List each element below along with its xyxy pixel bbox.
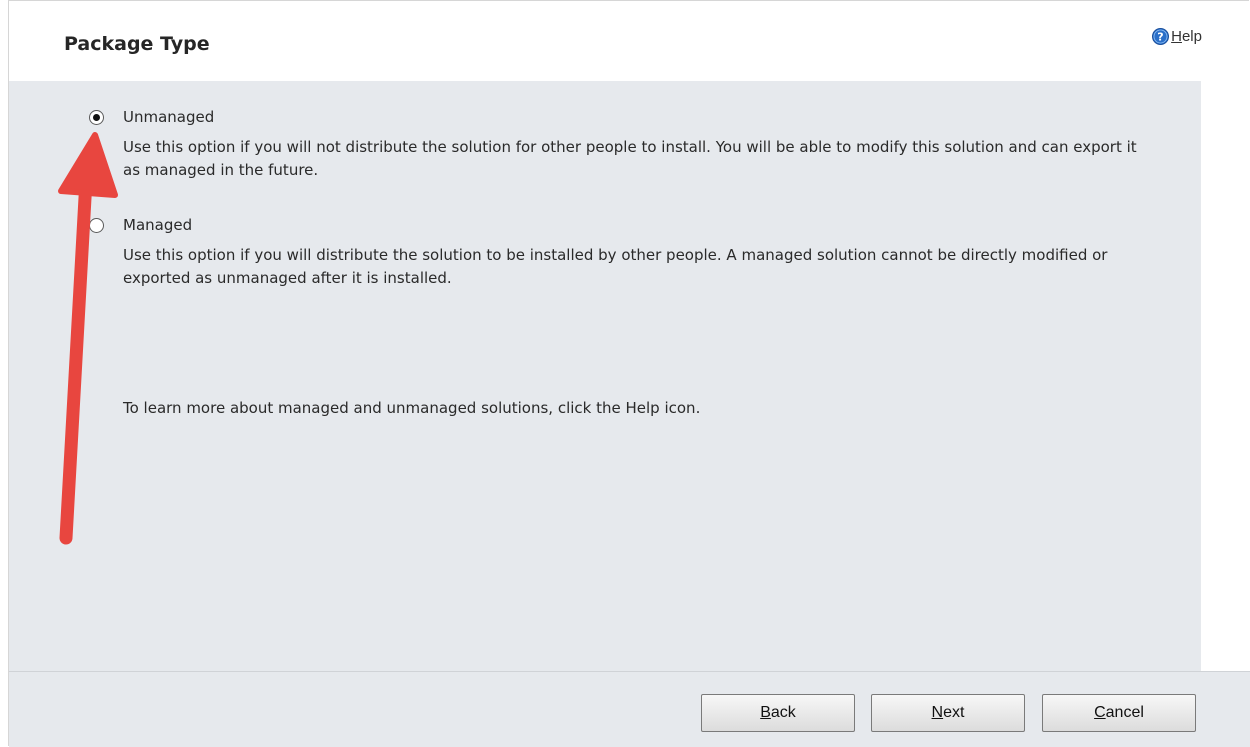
option-description-managed: Use this option if you will distribute t… bbox=[123, 246, 1108, 287]
help-label[interactable]: Help bbox=[1171, 28, 1202, 45]
option-label-unmanaged[interactable]: Unmanaged bbox=[123, 108, 214, 126]
next-button[interactable]: Next bbox=[871, 694, 1025, 732]
help-link[interactable]: ? Help bbox=[1152, 28, 1202, 45]
radio-unmanaged[interactable] bbox=[89, 110, 104, 125]
package-type-dialog: Package Type ? Help Unmanaged Use this o… bbox=[8, 0, 1250, 747]
option-label-managed[interactable]: Managed bbox=[123, 216, 192, 234]
back-button-label[interactable]: Back bbox=[760, 704, 796, 722]
dialog-header: Package Type ? Help bbox=[9, 1, 1250, 81]
next-button-label[interactable]: Next bbox=[932, 704, 965, 722]
cancel-button[interactable]: Cancel bbox=[1042, 694, 1196, 732]
options-panel: Unmanaged Use this option if you will no… bbox=[9, 81, 1201, 671]
svg-text:?: ? bbox=[1157, 31, 1163, 44]
page-title: Package Type bbox=[64, 33, 210, 55]
dialog-footer: Back Next Cancel bbox=[9, 671, 1250, 747]
back-button[interactable]: Back bbox=[701, 694, 855, 732]
radio-managed[interactable] bbox=[89, 218, 104, 233]
learn-more-text: To learn more about managed and unmanage… bbox=[123, 399, 701, 417]
option-description-unmanaged: Use this option if you will not distribu… bbox=[123, 138, 1137, 179]
question-circle-icon[interactable]: ? bbox=[1152, 28, 1170, 45]
cancel-button-label[interactable]: Cancel bbox=[1094, 704, 1144, 722]
panel-margin bbox=[1201, 81, 1250, 671]
